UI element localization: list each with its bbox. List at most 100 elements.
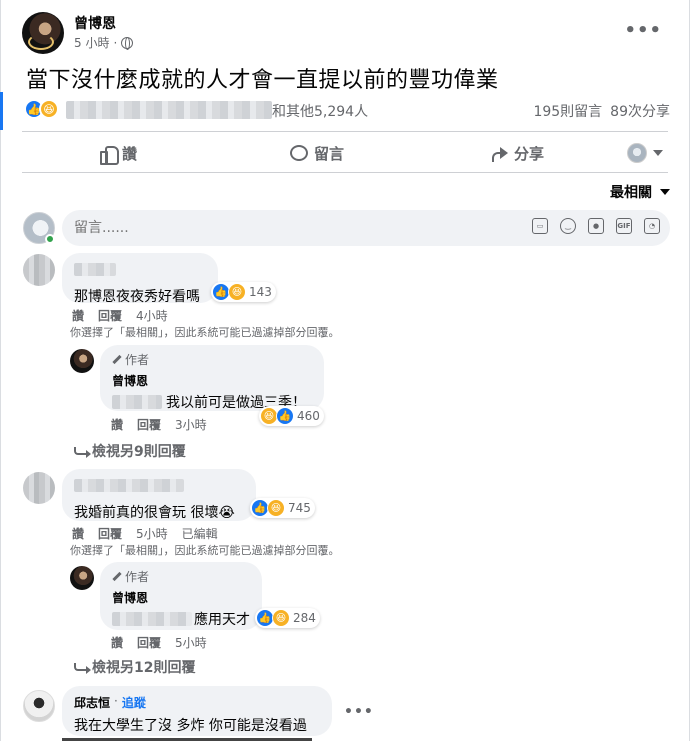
comment-actions: 讚 回覆 5小時 已編輯 — [72, 525, 218, 542]
comment-sort-dropdown[interactable]: 最相關 — [610, 182, 670, 202]
comment-button[interactable]: 留言 — [290, 140, 344, 166]
reply-actions: 讚 回覆 5小時 — [111, 634, 207, 651]
reply-reply-link[interactable]: 回覆 — [137, 634, 161, 651]
comment-like-link[interactable]: 讚 — [72, 307, 84, 324]
globe-icon — [121, 36, 134, 50]
focus-accent-bar — [0, 92, 3, 130]
reply-arrow-icon — [74, 447, 91, 458]
sticker-icon[interactable]: ◔ — [644, 218, 660, 234]
reply-time[interactable]: 5小時 — [175, 634, 207, 651]
edited-label: 已編輯 — [181, 527, 218, 541]
reactor-names-blurred — [66, 101, 272, 119]
reply-author-name[interactable]: 曾博恩 — [112, 372, 312, 389]
post-time[interactable]: 5 小時 — [74, 34, 109, 51]
reply-author-name[interactable]: 曾博恩 — [112, 589, 250, 606]
composer-tools: ▭ ‿ ● GIF ◔ — [532, 218, 660, 234]
commenter-avatar-blurred[interactable] — [23, 472, 55, 504]
commenter-avatar-blurred[interactable] — [23, 254, 55, 286]
reply-bubble: 作者 曾博恩 我以前可是做過三季！ — [100, 345, 324, 411]
emoji-sticker-icon[interactable]: ▭ — [532, 218, 548, 234]
sort-label: 最相關 — [610, 185, 652, 201]
online-status-dot — [45, 234, 55, 244]
commenter-name-blurred[interactable] — [74, 479, 184, 492]
pencil-icon — [112, 354, 122, 365]
haha-reaction-icon: 😆 — [228, 283, 246, 301]
comment-text: 我在大學生了沒 多炸 你可能是沒看過 — [74, 718, 307, 734]
commenter-name-blurred[interactable] — [74, 263, 116, 276]
shares-count[interactable]: 89次分享 — [610, 101, 670, 121]
reaction-count: 284 — [293, 611, 316, 625]
reply-arrow-icon — [74, 663, 91, 674]
haha-reaction-icon: 😆 — [267, 499, 285, 517]
reactions-count[interactable]: 和其他5,294人 — [272, 101, 368, 121]
haha-reaction-icon: 😆 — [272, 609, 290, 627]
reply-actions: 讚 回覆 3小時 — [111, 416, 207, 433]
filter-note: 你選擇了「最相關」，因此系統可能已過濾掉部分回覆。 — [70, 326, 340, 339]
comment-header: 邱志恒 · 追蹤 — [74, 694, 146, 711]
comment-reactions[interactable]: 👍 😆 143 — [211, 282, 276, 302]
comment-bubble: 我婚前真的很會玩 很壞😭 — [62, 469, 256, 521]
comment-reply-link[interactable]: 回覆 — [98, 307, 122, 324]
comments-count[interactable]: 195則留言 — [533, 101, 602, 121]
more-options-icon[interactable]: ••• — [624, 20, 662, 41]
comment-text: 那博恩夜夜秀好看嗎 — [74, 289, 200, 305]
reply-author-avatar[interactable] — [70, 566, 94, 590]
comment-time[interactable]: 5小時 — [136, 525, 168, 542]
reaction-count: 143 — [249, 285, 272, 299]
reaction-icons[interactable]: 👍 😆 — [24, 99, 59, 119]
reply-time[interactable]: 3小時 — [175, 416, 207, 433]
commenter-name[interactable]: 邱志恒 — [74, 694, 110, 711]
comment-reactions[interactable]: 👍 😆 745 — [250, 498, 315, 518]
comment-label: 留言 — [314, 144, 345, 163]
post-counts: 195則留言 89次分享 — [533, 101, 670, 121]
more-options-icon[interactable]: ••• — [344, 704, 374, 720]
reaction-count: 745 — [288, 501, 311, 515]
post-text: 當下沒什麼成就的人才會一直提以前的豐功偉業 — [26, 68, 499, 93]
comment-bubble: 邱志恒 · 追蹤 我在大學生了沒 多炸 你可能是沒看過 — [62, 686, 332, 736]
filter-note: 你選擇了「最相關」，因此系統可能已過濾掉部分回覆。 — [70, 544, 340, 557]
reply-like-link[interactable]: 讚 — [111, 416, 123, 433]
post-meta: 5 小時 · — [74, 34, 134, 51]
divider — [22, 131, 668, 132]
comment-text: 我婚前真的很會玩 很壞😭 — [74, 505, 235, 521]
pencil-icon — [112, 571, 122, 582]
follow-link[interactable]: 追蹤 — [122, 694, 146, 711]
view-more-replies[interactable]: 檢視另9則回覆 — [74, 441, 186, 461]
comment-bubble-icon — [290, 145, 308, 161]
tagged-name-blurred[interactable] — [112, 395, 162, 409]
smiley-icon[interactable]: ‿ — [560, 218, 576, 234]
reply-reply-link[interactable]: 回覆 — [137, 416, 161, 433]
tagged-name-blurred[interactable] — [112, 612, 192, 626]
comment-time[interactable]: 4小時 — [136, 307, 168, 324]
comment-like-link[interactable]: 讚 — [72, 525, 84, 542]
share-button[interactable]: 分享 — [490, 140, 544, 166]
like-label: 讚 — [122, 144, 138, 163]
reply-like-link[interactable]: 讚 — [111, 634, 123, 651]
reply-text-row: 應用天才 — [112, 609, 250, 629]
comment-bubble: 那博恩夜夜秀好看嗎 — [62, 253, 218, 305]
author-badge: 作者 — [112, 568, 250, 585]
thumbs-up-icon — [100, 145, 119, 165]
comment-reply-link[interactable]: 回覆 — [98, 525, 122, 542]
gif-icon[interactable]: GIF — [616, 218, 632, 234]
share-label: 分享 — [514, 144, 545, 163]
chevron-down-icon — [653, 150, 663, 156]
camera-icon[interactable]: ● — [588, 218, 604, 234]
reply-reactions[interactable]: 😆 👍 460 — [259, 406, 324, 426]
like-reaction-icon: 👍 — [276, 407, 294, 425]
profile-avatar-small — [627, 143, 647, 163]
author-avatar[interactable] — [22, 12, 64, 54]
reply-author-avatar[interactable] — [70, 349, 94, 373]
haha-reaction-icon: 😆 — [39, 99, 59, 119]
like-button[interactable]: 讚 — [100, 140, 137, 166]
view-more-replies[interactable]: 檢視另12則回覆 — [74, 657, 195, 677]
reply-text: 應用天才 — [194, 612, 250, 628]
comment-actions: 讚 回覆 4小時 — [72, 307, 168, 324]
reply-reactions[interactable]: 👍 😆 284 — [255, 608, 320, 628]
author-badge: 作者 — [112, 351, 312, 368]
reaction-count: 460 — [297, 409, 320, 423]
post-author-name[interactable]: 曾博恩 — [74, 13, 116, 33]
chevron-down-icon — [660, 189, 670, 195]
audience-selector[interactable] — [627, 140, 663, 166]
commenter-avatar[interactable] — [23, 690, 55, 722]
